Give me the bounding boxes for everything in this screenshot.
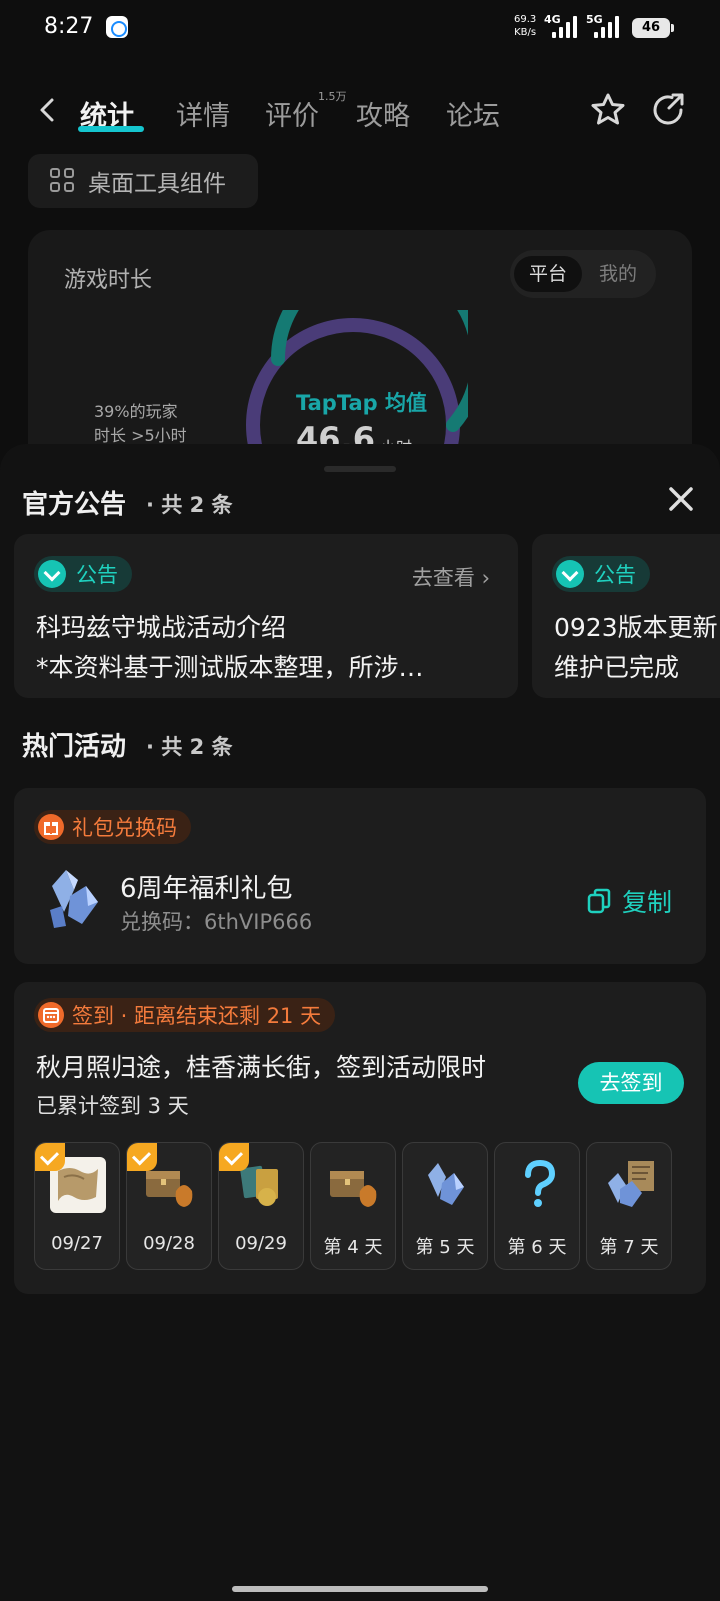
signin-tag: 签到 · 距离结束还剩 21 天 — [34, 998, 336, 1032]
activities-count: · 共 2 条 — [146, 735, 233, 759]
checked-badge-icon — [127, 1143, 157, 1171]
signin-progress: 已累计签到 3 天 — [36, 1094, 189, 1118]
signin-day-3[interactable]: 09/29 — [218, 1142, 304, 1270]
network-speed: 69.3 KB/s — [514, 14, 537, 38]
announcement-title: 科玛兹守城战活动介绍 — [36, 613, 287, 642]
checked-badge-icon — [35, 1143, 65, 1171]
heart-badge-icon — [38, 560, 66, 588]
announcement-subtitle-2: 维护已完成 — [554, 653, 680, 682]
signin-days: 09/27 09/28 09/29 第 4 天 第 5 天 第 6 天 第 7 … — [34, 1142, 688, 1270]
announcement-subtitle: *本资料基于测试版本整理，所涉… — [36, 653, 424, 682]
status-time: 8:27 — [44, 14, 94, 39]
tab-details[interactable]: 详情 — [176, 94, 230, 133]
gift-code-tag: 礼包兑换码 — [34, 810, 191, 844]
chest-icon — [330, 1171, 377, 1207]
top-nav: 统计 详情 评价 1.5万 攻略 论坛 — [0, 82, 720, 142]
gift-code: 兑换码：6thVIP666 — [120, 910, 313, 934]
gift-code-card: 礼包兑换码 6周年福利礼包 兑换码：6thVIP666 复制 — [14, 788, 706, 964]
playtime-title: 游戏时长 — [64, 268, 153, 293]
widget-button-label: 桌面工具组件 — [88, 171, 226, 197]
gem-map-icon — [608, 1161, 654, 1207]
tab-guides[interactable]: 攻略 — [356, 94, 410, 133]
announcement-card[interactable]: 公告 去查看 › 科玛兹守城战活动介绍 *本资料基于测试版本整理，所涉… — [14, 534, 518, 698]
signin-day-2[interactable]: 09/28 — [126, 1142, 212, 1270]
heart-badge-icon — [556, 560, 584, 588]
announcement-title-2: 0923版本更新 — [554, 613, 718, 642]
players-percentage: 39%的玩家 时长 >5小时 — [94, 402, 187, 445]
close-icon[interactable] — [664, 482, 698, 516]
activities-heading: 热门活动 — [22, 732, 127, 762]
announcements-sheet: 官方公告 · 共 2 条 公告 去查看 › 科玛兹守城战活动介绍 *本资料基于测… — [0, 444, 720, 1601]
announcement-card-2[interactable]: 公告 0923版本更新 维护已完成 — [532, 534, 720, 698]
signin-button[interactable]: 去签到 — [578, 1062, 684, 1104]
grid-icon — [50, 168, 76, 194]
signin-title: 秋月照归途，桂香满长街，签到活动限时 — [36, 1053, 487, 1082]
signin-day-7[interactable]: 第 7 天 — [586, 1142, 672, 1270]
home-indicator[interactable] — [232, 1586, 488, 1592]
favorite-star-icon[interactable] — [588, 90, 628, 130]
calendar-icon — [38, 1002, 64, 1028]
notice-tag-2: 公告 — [552, 556, 650, 592]
desktop-widget-button[interactable]: 桌面工具组件 — [28, 154, 258, 208]
toggle-platform[interactable]: 平台 — [514, 256, 582, 292]
mystery-icon — [525, 1159, 556, 1207]
tab-forum[interactable]: 论坛 — [446, 94, 500, 133]
gift-title: 6周年福利礼包 — [120, 874, 293, 904]
platform-toggle[interactable]: 平台 我的 — [510, 250, 656, 298]
battery-icon: 46 — [632, 18, 674, 38]
notice-tag: 公告 — [34, 556, 132, 592]
signin-day-4[interactable]: 第 4 天 — [310, 1142, 396, 1270]
announcements-count: · 共 2 条 — [146, 493, 233, 517]
app-notification-icon — [106, 16, 128, 38]
announcements-heading: 官方公告 — [22, 490, 127, 520]
signal-icon — [552, 16, 580, 38]
copy-code-button[interactable]: 复制 — [586, 884, 672, 918]
sheet-drag-handle[interactable] — [324, 466, 396, 472]
copy-icon — [587, 888, 611, 914]
signin-day-6[interactable]: 第 6 天 — [494, 1142, 580, 1270]
gem-icon — [428, 1163, 464, 1205]
status-bar: 8:27 69.3 KB/s 4G 5G 46 — [0, 0, 720, 56]
signin-day-5[interactable]: 第 5 天 — [402, 1142, 488, 1270]
tab-underline — [78, 126, 144, 132]
gift-icon — [38, 814, 64, 840]
toggle-mine[interactable]: 我的 — [584, 256, 652, 292]
crystal-gem-icon — [50, 870, 98, 928]
back-arrow-icon[interactable] — [34, 96, 62, 124]
signin-day-1[interactable]: 09/27 — [34, 1142, 120, 1270]
taptap-average-label: TapTap 均值 — [296, 391, 427, 415]
share-icon[interactable] — [648, 90, 688, 130]
review-count-badge: 1.5万 — [318, 90, 347, 103]
signin-card: 签到 · 距离结束还剩 21 天 秋月照归途，桂香满长街，签到活动限时 已累计签… — [14, 982, 706, 1294]
tab-reviews[interactable]: 评价 — [265, 94, 319, 133]
signal-icon-2 — [594, 16, 622, 38]
view-announcement-link[interactable]: 去查看 › — [412, 562, 490, 592]
checked-badge-icon — [219, 1143, 249, 1171]
